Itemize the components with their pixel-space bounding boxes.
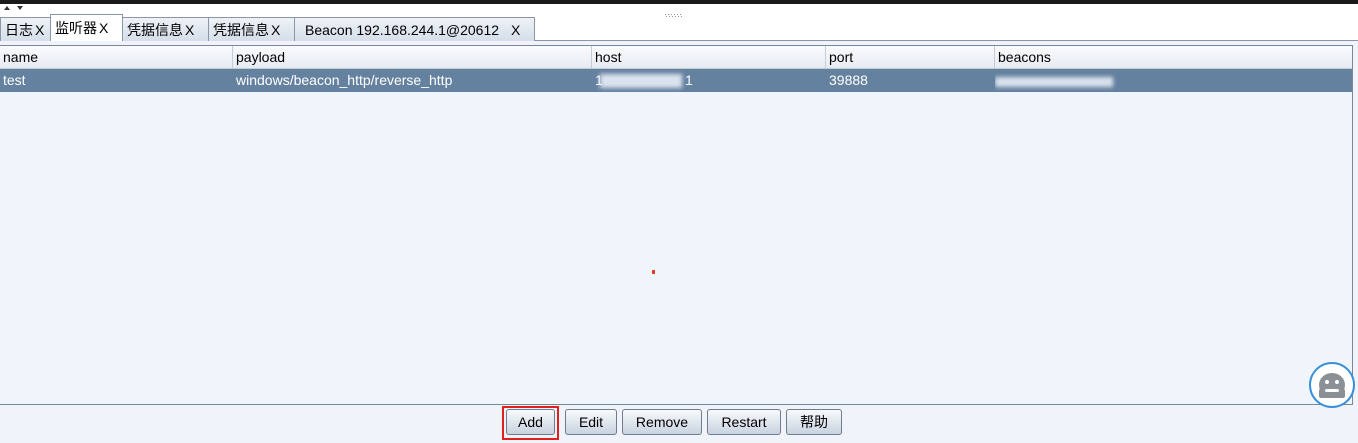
tab-label: 日志 bbox=[5, 21, 33, 38]
tab-log[interactable]: 日志 X bbox=[0, 17, 51, 41]
cell-host: 1 1 bbox=[592, 69, 826, 92]
cell-payload: windows/beacon_http/reverse_http bbox=[236, 72, 453, 88]
tab-beacon[interactable]: Beacon 192.168.244.1@20612 X bbox=[294, 17, 535, 41]
stray-red-pixel bbox=[652, 270, 655, 274]
tab-label: 凭据信息 bbox=[213, 21, 269, 38]
cell-port: 39888 bbox=[829, 72, 868, 88]
tab-close-icon[interactable]: X bbox=[271, 22, 280, 38]
tab-close-icon[interactable]: X bbox=[511, 22, 520, 38]
tab-credentials-1[interactable]: 凭据信息 X bbox=[122, 17, 209, 41]
listeners-table: name payload host port beacons test wind… bbox=[0, 45, 1353, 405]
column-header-beacons[interactable]: beacons bbox=[995, 46, 1352, 68]
column-header-name[interactable]: name bbox=[0, 46, 233, 68]
cell-beacons bbox=[995, 69, 1352, 92]
listener-action-buttons: Add Edit Remove Restart 帮助 bbox=[0, 406, 1358, 440]
redacted-beacons-blur bbox=[995, 77, 1113, 87]
column-header-host[interactable]: host bbox=[592, 46, 826, 68]
tab-label: Beacon 192.168.244.1@20612 bbox=[305, 21, 500, 38]
tab-label: 凭据信息 bbox=[127, 21, 183, 38]
remove-button[interactable]: Remove bbox=[622, 409, 702, 435]
edit-button[interactable]: Edit bbox=[565, 409, 617, 435]
cell-name: test bbox=[3, 72, 26, 88]
add-button[interactable]: Add bbox=[506, 409, 555, 435]
help-button[interactable]: 帮助 bbox=[786, 409, 842, 435]
tab-label: 监听器 bbox=[55, 20, 97, 36]
tab-close-icon[interactable]: X bbox=[35, 22, 44, 38]
split-pane-grip-icon[interactable] bbox=[664, 5, 684, 17]
tab-listeners[interactable]: 监听器 X bbox=[50, 14, 123, 41]
redacted-host-blur bbox=[600, 74, 682, 88]
window-top-strip bbox=[0, 0, 1358, 4]
restart-button[interactable]: Restart bbox=[707, 409, 781, 435]
floating-assistant-icon[interactable] bbox=[1308, 361, 1356, 409]
tab-close-icon[interactable]: X bbox=[185, 22, 194, 38]
column-header-payload[interactable]: payload bbox=[233, 46, 592, 68]
table-header: name payload host port beacons bbox=[0, 46, 1352, 69]
column-header-port[interactable]: port bbox=[826, 46, 995, 68]
tab-credentials-2[interactable]: 凭据信息 X bbox=[208, 17, 295, 41]
tab-scroll-arrows[interactable] bbox=[2, 4, 26, 12]
tab-close-icon[interactable]: X bbox=[99, 20, 108, 36]
host-end-char: 1 bbox=[685, 72, 693, 88]
tab-bar: 日志 X 监听器 X 凭据信息 X 凭据信息 X Beacon 192.168.244.… bbox=[0, 14, 535, 41]
listeners-panel: name payload host port beacons test wind… bbox=[0, 41, 1358, 443]
scroll-arrows-icon bbox=[4, 6, 23, 10]
table-row[interactable]: test windows/beacon_http/reverse_http 1 … bbox=[0, 69, 1352, 92]
